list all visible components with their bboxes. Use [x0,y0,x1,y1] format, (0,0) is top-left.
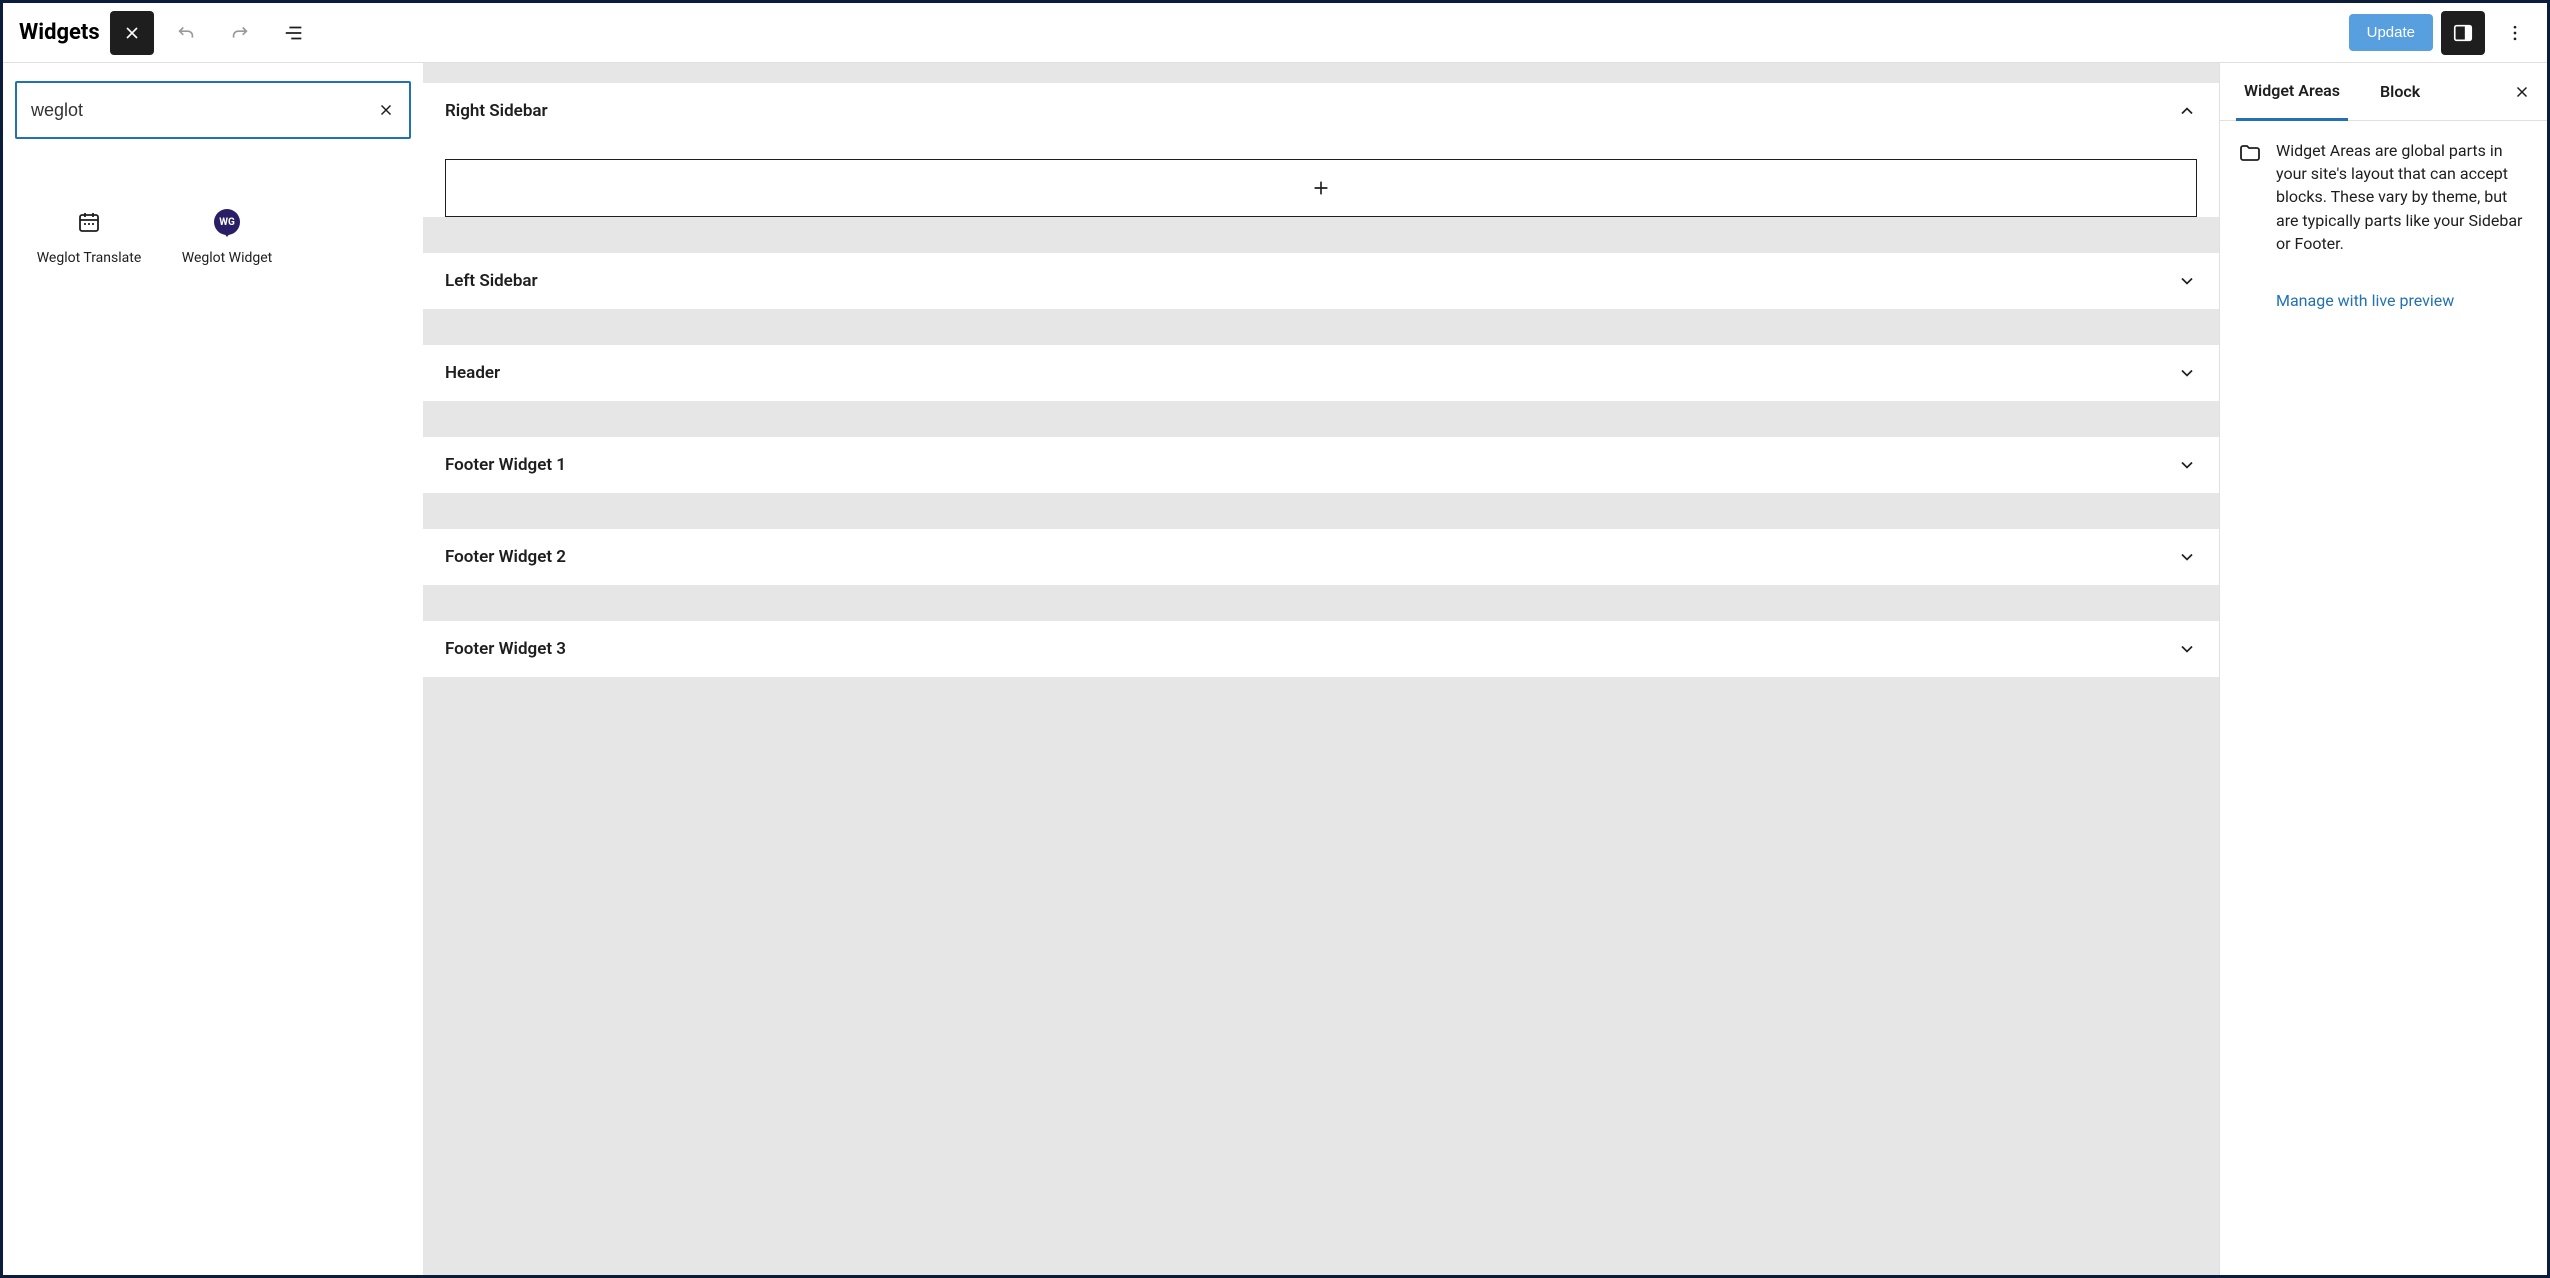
widget-area-title: Right Sidebar [445,101,548,121]
page-title: Widgets [13,20,100,45]
widget-area-footer-3: Footer Widget 3 [423,621,2219,677]
block-search-input[interactable] [31,100,377,121]
folder-icon [2238,141,2262,255]
close-icon [377,101,395,119]
chevron-down-icon [2177,547,2197,567]
undo-button[interactable] [164,11,208,55]
calendar-icon [76,209,102,235]
block-result-weglot-widget[interactable]: WG Weglot Widget [163,209,291,268]
chevron-down-icon [2177,639,2197,659]
more-options-button[interactable] [2493,11,2537,55]
redo-button[interactable] [218,11,262,55]
list-view-icon [283,22,305,44]
block-result-weglot-translate[interactable]: Weglot Translate [25,209,153,268]
widget-areas-description: Widget Areas are global parts in your si… [2276,139,2529,255]
widget-area-toggle[interactable]: Left Sidebar [423,253,2219,309]
weglot-icon: WG [214,209,240,235]
widget-area-title: Header [445,363,500,383]
widget-area-right-sidebar: Right Sidebar [423,83,2219,217]
widget-area-toggle[interactable]: Footer Widget 2 [423,529,2219,585]
widget-area-left-sidebar: Left Sidebar [423,253,2219,309]
redo-icon [229,22,251,44]
widget-area-title: Footer Widget 2 [445,547,566,567]
more-vertical-icon [2505,23,2525,43]
widget-area-footer-2: Footer Widget 2 [423,529,2219,585]
block-search-box[interactable] [15,81,411,139]
widget-area-toggle[interactable]: Footer Widget 3 [423,621,2219,677]
sidebar-icon [2452,22,2474,44]
widget-area-title: Footer Widget 1 [445,455,566,475]
block-result-label: Weglot Widget [182,249,273,268]
clear-search-button[interactable] [377,101,395,119]
list-view-button[interactable] [272,11,316,55]
tab-widget-areas[interactable]: Widget Areas [2236,63,2348,121]
settings-panel-toggle[interactable] [2441,11,2485,55]
add-block-button[interactable] [445,159,2197,217]
undo-icon [175,22,197,44]
manage-live-preview-link[interactable]: Manage with live preview [2276,291,2529,310]
close-icon [122,23,142,43]
widget-area-toggle[interactable]: Right Sidebar [423,83,2219,139]
close-panel-button[interactable] [2513,83,2531,101]
chevron-down-icon [2177,363,2197,383]
close-inserter-button[interactable] [110,11,154,55]
plus-icon [1310,177,1332,199]
widget-area-footer-1: Footer Widget 1 [423,437,2219,493]
tab-block[interactable]: Block [2372,64,2428,119]
widget-area-header: Header [423,345,2219,401]
block-result-label: Weglot Translate [37,249,142,268]
update-button[interactable]: Update [2349,14,2433,51]
widget-area-toggle[interactable]: Header [423,345,2219,401]
chevron-up-icon [2177,101,2197,121]
chevron-down-icon [2177,455,2197,475]
widget-area-title: Footer Widget 3 [445,639,566,659]
widget-area-title: Left Sidebar [445,271,538,291]
widget-area-toggle[interactable]: Footer Widget 1 [423,437,2219,493]
chevron-down-icon [2177,271,2197,291]
close-icon [2513,83,2531,101]
